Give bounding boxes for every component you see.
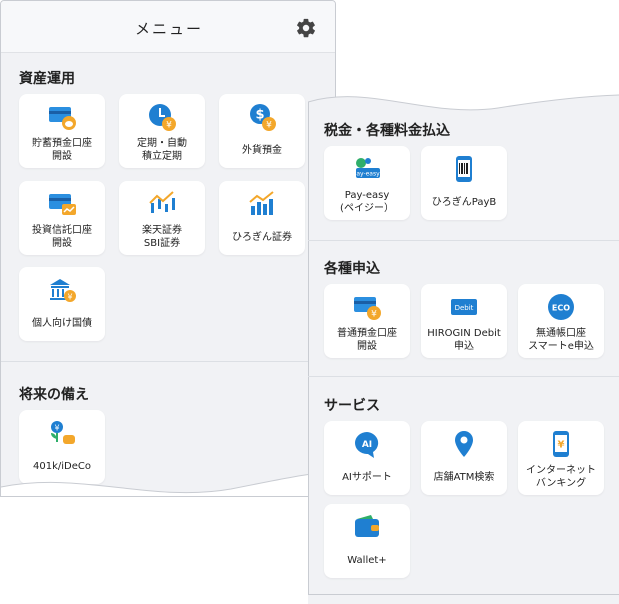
tile-label: 楽天証券 SBI証券 [142,225,182,249]
wave-edge [1,470,335,496]
tile-payb[interactable]: ひろぎんPayB [421,146,507,220]
svg-text:¥: ¥ [558,440,565,451]
tile-label: 普通預金口座 開設 [337,328,397,352]
section-title-future: 将来の備え [19,387,89,403]
tile-investment-trust[interactable]: 投資信託口座 開設 [19,181,105,255]
tile-label: Wallet+ [347,555,387,566]
wallet-icon [355,515,379,537]
tile-hirogin-securities[interactable]: ひろぎん証券 [219,181,305,255]
svg-text:¥: ¥ [67,293,72,302]
tile-label: HIROGIN Debit 申込 [427,328,501,352]
menu-header: メニュー [1,1,335,53]
tile-label: 投資信託口座 開設 [32,225,92,249]
pension-plant-icon: ¥ [51,421,75,444]
hirogin-securities-icon [249,191,274,215]
tile-wallet-plus[interactable]: Wallet+ [324,504,410,578]
menu-panel-left: メニュー 資産運用 貯蓄預金口座 開設 ¥ 定期・自動 積立定期 $ ¥ 外貨預… [0,0,336,497]
tile-atm-search[interactable]: 店舗ATM検索 [421,421,507,495]
eco-badge: ECO [552,304,570,313]
section-divider [1,361,335,362]
section-title-service: サービス [324,398,380,414]
securities-chart-icon [149,191,175,213]
debit-card-icon: Debit [451,299,477,315]
tile-internet-banking[interactable]: ¥ インターネット バンキング [518,421,604,495]
government-bond-icon: ¥ [50,279,76,302]
tile-securities[interactable]: 楽天証券 SBI証券 [119,181,205,255]
tile-label: Pay-easy (ペイジー） [340,190,394,214]
ordinary-account-icon: ¥ [354,297,381,320]
savings-card-icon [49,107,76,130]
tile-label: 無通帳口座 スマートe申込 [528,328,594,352]
foreign-currency-icon: $ ¥ [250,104,276,131]
payb-phone-icon [456,156,472,182]
tile-label: AIサポート [342,472,392,483]
tile-label: ひろぎんPayB [431,197,497,208]
investment-trust-icon [49,194,76,215]
tile-ordinary-account[interactable]: ¥ 普通預金口座 開設 [324,284,410,358]
eco-icon: ECO [548,294,574,320]
ai-badge: AI [362,440,372,450]
debit-badge: Debit [455,304,474,312]
location-pin-icon [455,431,473,457]
section-title-apply: 各種申込 [324,261,380,277]
tile-foreign-currency[interactable]: $ ¥ 外貨預金 [219,94,305,168]
tile-government-bond[interactable]: ¥ 個人向け国債 [19,267,105,341]
tile-ai-support[interactable]: AI AIサポート [324,421,410,495]
pay-easy-icon: ay-easy [356,158,380,178]
svg-text:¥: ¥ [166,121,172,131]
ai-chat-icon: AI [355,432,379,458]
tile-label: 貯蓄預金口座 開設 [32,138,92,162]
tile-label: 個人向け国債 [32,318,92,329]
tile-hirogin-debit[interactable]: Debit HIROGIN Debit 申込 [421,284,507,358]
section-title-asset: 資産運用 [19,71,75,87]
section-title-tax: 税金・各種料金払込 [324,123,450,139]
smartphone-yen-icon: ¥ [553,431,569,457]
tile-label: ひろぎん証券 [232,232,292,243]
svg-text:¥: ¥ [371,310,377,320]
tile-label: 店舗ATM検索 [433,472,495,483]
tile-label: インターネット バンキング [526,465,596,489]
page-title: メニュー [134,20,203,38]
tile-savings-account[interactable]: 貯蓄預金口座 開設 [19,94,105,168]
menu-panel-right: 税金・各種料金払込 ay-easy Pay-easy (ペイジー） ひろぎんPa… [308,0,619,604]
section-divider [308,240,619,241]
section-divider [308,376,619,377]
tile-label: 定期・自動 積立定期 [137,138,187,162]
time-deposit-icon: ¥ [149,104,176,131]
svg-text:¥: ¥ [54,424,59,433]
pay-easy-badge: ay-easy [356,171,380,178]
tile-label: 外貨預金 [242,145,282,156]
tile-time-deposit[interactable]: ¥ 定期・自動 積立定期 [119,94,205,168]
tile-eco-account[interactable]: ECO 無通帳口座 スマートe申込 [518,284,604,358]
tile-pay-easy[interactable]: ay-easy Pay-easy (ペイジー） [324,146,410,220]
svg-text:¥: ¥ [266,121,272,131]
